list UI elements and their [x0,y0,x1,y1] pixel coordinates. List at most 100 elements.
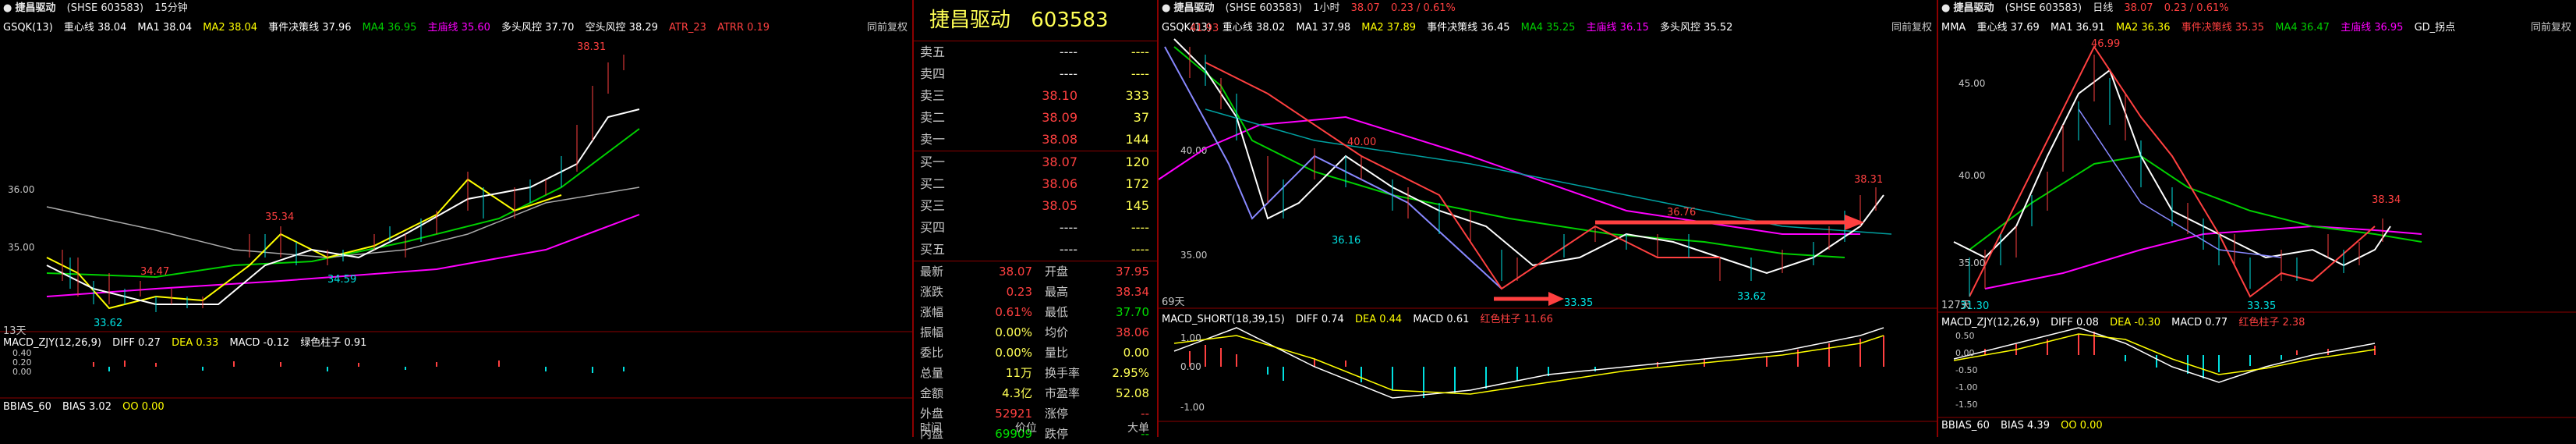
bias-value: BIAS 3.02 [62,401,111,413]
trade-list-header: 时间 价位 大单 [914,420,1157,437]
stats-table: 最新 38.07 开盘 37.95 涨跌 0.23 最高 38.34 涨幅 0.61% 最低 37… [914,261,1157,444]
pane1-ma-line [46,186,640,258]
pane2-macd-ylab-1: 0.00 [1180,361,1201,372]
pane1-price-chart: 38.31 35.34 34.47 34.59 33.62 [0,41,912,399]
pane3-bias-legend: BBIAS_60 BIAS 4.39 OO 0.00 [1941,420,2111,432]
pane3-annot-3335: 33.35 [2247,300,2276,312]
bid-row[interactable]: 买一 38.07 120 [914,151,1157,173]
pane2-macd-bars [1189,336,1884,398]
ask-row[interactable]: 卖二 38.09 37 [914,107,1157,129]
macd-macd: MACD 0.77 [2171,317,2228,329]
macd-bar: 红色柱子 11.66 [1480,314,1553,325]
macd-bar: 红色柱子 2.38 [2238,317,2305,329]
bias-oo: OO 0.00 [122,401,165,413]
macd-dea: DEA -0.30 [2110,317,2160,329]
bid-row[interactable]: 买二 38.06 172 [914,173,1157,195]
chart-pane-daily[interactable]: ● 捷昌驱动 (SHSE 603583) 日线 38.07 0.23 / 0.6… [1938,0,2576,437]
stats-row: 振幅 0.00% 均价 38.06 [920,325,1149,339]
pane3-macd-legend: MACD_ZJY(12,26,9) DIFF 0.08 DEA -0.30 MA… [1941,314,2312,329]
bid-table: 买一 38.07 120 买二 38.06 172 买三 38.05 145 买四 ---- -… [914,151,1157,261]
pane3-ma1-line [1953,69,2391,267]
pane1-annot-high: 38.31 [577,41,606,53]
quote-name: 捷昌驱动 [929,9,1011,32]
macd-diff: DIFF 0.27 [112,337,161,349]
stats-row: 涨幅 0.61% 最低 37.70 [920,305,1149,319]
chart-pane-15min[interactable]: ● 捷昌驱动 (SHSE 603583) 15分钟 GSQK(13) 重心线 3… [0,0,912,437]
chart-pane-1hour[interactable]: ● 捷昌驱动 (SHSE 603583) 1小时 38.07 0.23 / 0.… [1159,0,1937,437]
foot-vol: 大单 [1127,422,1149,435]
pane1-macd-ylab-2: 0.00 [12,367,32,377]
macd-diff: DIFF 0.74 [1295,314,1344,325]
pane1-annot-low: 33.62 [94,318,122,329]
macd-name: MACD_SHORT(18,39,15) [1162,314,1285,325]
stats-row: 委比 0.00% 量比 0.00 [920,346,1149,360]
stats-row: 涨跌 0.23 最高 38.34 [920,285,1149,299]
pane3-trend-line [1969,45,2376,298]
pane2-ma5-line [1159,115,1860,235]
pane2-macd-ylab-0: 1.00 [1180,332,1201,343]
foot-time: 时间 [920,422,942,435]
foot-price: 价位 [1015,422,1037,435]
ask-row[interactable]: 卖四 ---- ---- [914,63,1157,85]
pane2-days: 69天 [1162,297,1185,308]
pane3-days: 127天 [1941,300,1971,311]
pane2-annot-3616: 36.16 [1332,235,1361,247]
pane1-macd-legend: MACD_ZJY(12,26,9) DIFF 0.27 DEA 0.33 MAC… [3,334,374,349]
pane3-candles [1969,55,2383,297]
pane2-annot-4000: 40.00 [1347,137,1376,148]
pane2-ma-line [1205,108,1892,235]
bid-row[interactable]: 买五 ---- ---- [914,239,1157,261]
pane2-resistance-arrowhead [1845,215,1864,230]
pane3-price-chart: 46.99 38.34 33.35 31.30 [1938,38,2576,418]
macd-macd: MACD -0.12 [229,337,290,349]
pane1-annot-3534: 35.34 [265,211,294,223]
ask-row[interactable]: 卖五 ---- ---- [914,41,1157,63]
pane2-macd-ylab-2: -1.00 [1180,402,1205,413]
pane3-macd-ylab-2: -0.50 [1955,365,1978,375]
pane1-bias-legend: BBIAS_60 BIAS 3.02 OO 0.00 [3,401,172,413]
macd-macd: MACD 0.61 [1413,314,1470,325]
pane3-macd-ylab-0: 0.50 [1955,331,1975,341]
pane2-price-chart: 40.00 38.31 36.76 36.16 33.35 33.62 41.9… [1159,23,1937,422]
pane1-annot-3459: 34.59 [327,274,356,286]
pane3-annot-3834: 38.34 [2372,194,2401,206]
macd-dea: DEA 0.44 [1354,314,1403,325]
macd-diff: DIFF 0.08 [2051,317,2099,329]
pane2-annot-3362: 33.62 [1737,291,1766,303]
ask-row[interactable]: 卖一 38.08 144 [914,129,1157,151]
pane1-ma2-line [46,178,562,310]
quote-panel: 捷昌驱动 603583 卖五 ---- ---- 卖四 ---- ---- 卖三 38.1… [914,0,1157,441]
pane2-macd-legend: MACD_SHORT(18,39,15) DIFF 0.74 DEA 0.44 … [1162,311,1561,325]
bid-row[interactable]: 买三 38.05 145 [914,195,1157,217]
pane2-annot-3676: 36.76 [1667,207,1696,218]
quote-header: 捷昌驱动 603583 [914,0,1157,41]
pane2-support-arrowhead [1548,292,1564,306]
bid-row[interactable]: 买四 ---- ---- [914,217,1157,239]
pane2-annot-3335: 33.35 [1564,297,1593,309]
pane3-macd-ylab-3: -1.00 [1955,382,1978,392]
macd-bar: 绿色柱子 0.91 [300,337,367,349]
pane2-ma1-line [1173,38,1884,275]
pane2-candles [1189,47,1877,281]
stats-row: 最新 38.07 开盘 37.95 [920,265,1149,279]
stats-row: 总量 11万 换手率 2.95% [920,366,1149,380]
ask-row[interactable]: 卖三 38.10 333 [914,85,1157,107]
pane1-annot-3447: 34.47 [140,266,169,278]
quote-code: 603583 [1031,9,1109,32]
bias-oo: OO 0.00 [2061,420,2103,432]
stats-row: 金额 4.3亿 市盈率 52.08 [920,386,1149,400]
pane2-diff-line [1173,327,1884,399]
pane2-annot-3831: 38.31 [1854,174,1883,186]
pane3-trend-line-b [2078,108,2282,258]
pane2-dea-line [1173,335,1884,395]
bias-name: BBIAS_60 [3,401,51,413]
pane1-macd-bars [93,361,625,373]
ask-table: 卖五 ---- ---- 卖四 ---- ---- 卖三 38.10 333 卖二 38.09… [914,41,1157,151]
pane2-annot-high: 41.93 [1190,23,1219,34]
pane2-ma4-line [1173,46,1845,258]
pane3-macd-ylab-4: -1.50 [1955,400,1978,410]
bias-value: BIAS 4.39 [2001,420,2050,432]
macd-name: MACD_ZJY(12,26,9) [3,337,101,349]
pane3-annot-high: 46.99 [2091,38,2120,50]
pane3-macd-bars [1984,332,2376,378]
